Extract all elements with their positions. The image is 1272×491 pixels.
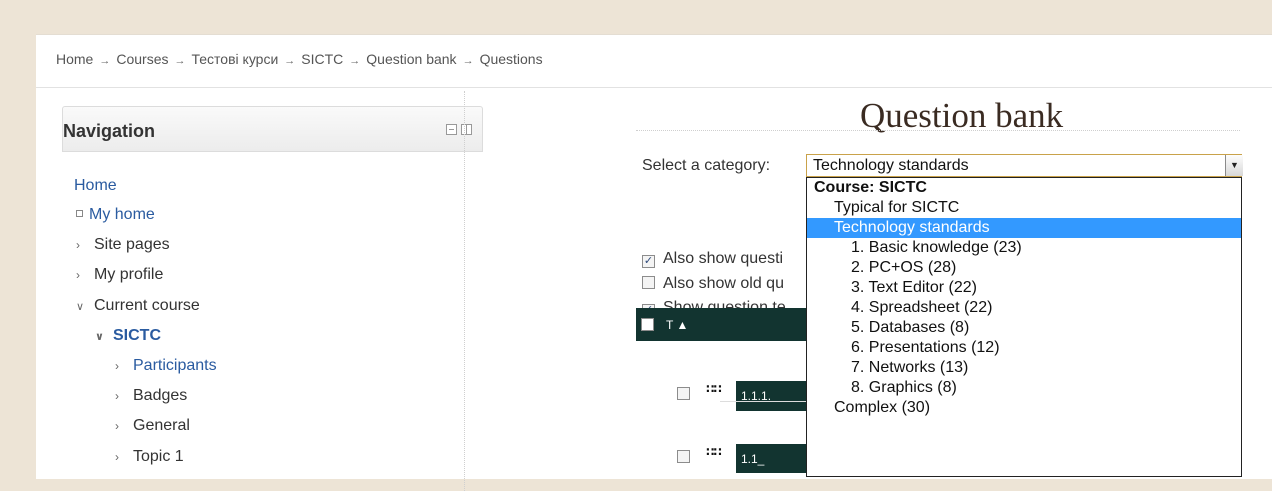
nav-item-label: General (133, 417, 190, 434)
row-divider (720, 401, 806, 402)
block-controls (446, 124, 472, 135)
nav-item-label: Home (74, 177, 117, 194)
option-label: 3. Text Editor (22) (851, 279, 977, 296)
row-checkbox[interactable] (677, 450, 690, 463)
breadcrumb-separator: → (284, 55, 296, 67)
chevron-right-icon: › (115, 389, 119, 403)
nav-item-label: Badges (133, 387, 188, 404)
option-label: Typical for SICTC (834, 199, 960, 216)
breadcrumb-question-bank[interactable]: Question bank (366, 51, 456, 67)
checkbox-show-old-questions[interactable]: Also show old qu (642, 275, 784, 293)
nav-item-participants[interactable]: › Participants (115, 357, 217, 375)
chevron-right-icon: › (115, 450, 119, 464)
nav-item-label: Participants (133, 357, 217, 374)
nav-item-my-profile[interactable]: › My profile (76, 266, 163, 284)
option-label: Course: SICTC (814, 179, 927, 196)
option-label: Complex (30) (834, 399, 931, 416)
dropdown-option[interactable]: 5. Databases (8) (807, 318, 1241, 338)
option-label: 4. Spreadsheet (22) (851, 299, 993, 316)
question-name: 1.1_ (741, 452, 765, 466)
nav-item-label: My home (89, 206, 155, 223)
column-header-label: T (666, 318, 674, 332)
dropdown-group-course: Course: SICTC (807, 178, 1241, 198)
nav-item-label: Topic 1 (133, 448, 184, 465)
dropdown-option[interactable]: Typical for SICTC (807, 198, 1241, 218)
breadcrumb-separator: → (99, 55, 111, 67)
option-label: 7. Networks (13) (851, 359, 969, 376)
option-label: 1. Basic knowledge (23) (851, 239, 1022, 256)
question-table-header: T ▲ (636, 308, 806, 341)
category-dropdown-list[interactable]: Course: SICTC Typical for SICTC Technolo… (806, 177, 1242, 477)
sort-ascending-icon: ▲ (676, 318, 689, 332)
nav-item-general[interactable]: › General (115, 417, 190, 435)
nav-item-topic-1[interactable]: › Topic 1 (115, 448, 184, 466)
chevron-right-icon: › (115, 419, 119, 433)
dock-icon[interactable] (461, 124, 472, 135)
option-label: 8. Graphics (8) (851, 379, 957, 396)
navigation-title: Navigation (63, 121, 156, 141)
dropdown-option[interactable]: 6. Presentations (12) (807, 338, 1241, 358)
breadcrumb: Home → Courses → Тестові курси → SICTC → Questio… (56, 51, 543, 67)
title-divider (636, 130, 1240, 131)
chevron-right-icon: › (115, 359, 119, 373)
breadcrumb-separator: → (462, 55, 474, 67)
column-header-type[interactable]: T ▲ (666, 318, 688, 332)
dropdown-option[interactable]: 2. PC+OS (28) (807, 258, 1241, 278)
nav-item-badges[interactable]: › Badges (115, 387, 187, 405)
breadcrumb-separator: → (174, 55, 186, 67)
dropdown-option[interactable]: 3. Text Editor (22) (807, 278, 1241, 298)
minimize-icon[interactable] (446, 124, 457, 135)
breadcrumb-courses[interactable]: Courses (116, 51, 168, 67)
breadcrumb-divider (36, 87, 1272, 88)
chevron-right-icon: › (76, 268, 80, 282)
chevron-right-icon: › (76, 238, 80, 252)
nav-item-label: Current course (94, 297, 200, 314)
checkbox[interactable]: ✓ (642, 255, 655, 268)
checkbox-label: Also show questi (663, 250, 784, 267)
select-all-checkbox[interactable] (641, 318, 654, 331)
navigation-block-header: Navigation (62, 106, 483, 152)
nav-item-label: My profile (94, 266, 164, 283)
dropdown-option[interactable]: 8. Graphics (8) (807, 378, 1241, 398)
nav-item-label: SICTC (113, 327, 161, 344)
dropdown-option[interactable]: 7. Networks (13) (807, 358, 1241, 378)
table-row[interactable]: 1.1_ (736, 444, 806, 473)
option-label: 6. Presentations (12) (851, 339, 1000, 356)
chevron-down-icon: ∨ (76, 301, 85, 313)
breadcrumb-test-courses[interactable]: Тестові курси (192, 51, 279, 67)
nav-item-home[interactable]: Home (74, 177, 117, 195)
checkbox-label: Also show old qu (663, 275, 784, 292)
category-select[interactable]: Technology standards ▼ (806, 154, 1243, 177)
nav-item-label: Site pages (94, 236, 170, 253)
nav-item-site-pages[interactable]: › Site pages (76, 236, 170, 254)
breadcrumb-sictc[interactable]: SICTC (301, 51, 343, 67)
nav-item-current-course[interactable]: ∨ Current course (76, 297, 200, 315)
table-row[interactable]: 1.1.1. (736, 381, 806, 411)
chevron-down-icon: ∨ (95, 331, 104, 343)
checkbox[interactable] (642, 276, 655, 289)
breadcrumb-separator: → (349, 55, 361, 67)
dropdown-option[interactable]: 4. Spreadsheet (22) (807, 298, 1241, 318)
dropdown-option[interactable]: 1. Basic knowledge (23) (807, 238, 1241, 258)
question-type-icon: ∷∷ (706, 382, 722, 396)
nav-item-my-home[interactable]: My home (76, 206, 155, 224)
category-selected-value: Technology standards (813, 157, 969, 174)
column-divider (464, 91, 465, 491)
breadcrumb-home[interactable]: Home (56, 51, 93, 67)
dropdown-option[interactable]: Complex (30) (807, 398, 1241, 418)
option-label: 2. PC+OS (28) (851, 259, 957, 276)
question-type-icon: ∷∷ (706, 445, 722, 459)
option-label: Technology standards (834, 219, 990, 236)
dropdown-option-selected[interactable]: Technology standards (807, 218, 1241, 238)
option-label: 5. Databases (8) (851, 319, 970, 336)
dropdown-arrow-icon[interactable]: ▼ (1225, 155, 1243, 176)
breadcrumb-questions: Questions (479, 51, 543, 67)
bullet-icon (76, 210, 83, 217)
checkbox-show-subcategories[interactable]: ✓ Also show questi (642, 250, 783, 268)
nav-item-sictc[interactable]: ∨ SICTC (95, 327, 161, 345)
category-label: Select a category: (642, 157, 771, 174)
row-checkbox[interactable] (677, 387, 690, 400)
